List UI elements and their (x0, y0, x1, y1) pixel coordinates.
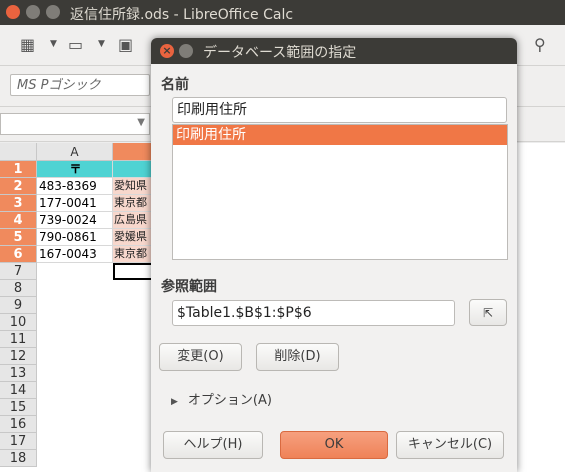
close-icon[interactable]: × (160, 44, 174, 58)
cell-b3[interactable]: 東京都 (113, 195, 153, 212)
table-icon[interactable]: ▦ (20, 35, 35, 54)
row-header[interactable]: 5 (0, 229, 37, 246)
range-name-list[interactable]: 印刷用住所 (172, 124, 508, 260)
modify-button[interactable]: 変更(O) (159, 343, 242, 371)
cell-a3[interactable]: 177-0041 (37, 195, 113, 212)
cell-cursor (113, 263, 153, 280)
row-header[interactable]: 7 (0, 263, 37, 280)
row-header[interactable]: 12 (0, 348, 37, 365)
cell-b4[interactable]: 広島県 (113, 212, 153, 229)
column-header-b[interactable] (113, 143, 153, 161)
minimize-window-icon[interactable] (26, 5, 40, 19)
cancel-button[interactable]: キャンセル(C) (396, 431, 504, 459)
row-header[interactable]: 3 (0, 195, 37, 212)
maximize-window-icon[interactable] (46, 5, 60, 19)
define-database-range-dialog: × データベース範囲の指定 名前 印刷用住所 印刷用住所 参照範囲 $Table… (151, 38, 517, 472)
list-item[interactable]: 印刷用住所 (173, 125, 507, 145)
expand-arrow-icon: ▶ (171, 397, 178, 407)
row-header[interactable]: 11 (0, 331, 37, 348)
minimize-icon[interactable] (179, 44, 193, 58)
dialog-title: データベース範囲の指定 (203, 45, 357, 61)
options-expander[interactable]: ▶ オプション(A) (171, 389, 272, 408)
cell-b1[interactable] (113, 161, 153, 178)
shrink-button[interactable]: ⇱ (469, 299, 507, 326)
ok-button[interactable]: OK (280, 431, 388, 459)
row-header[interactable]: 9 (0, 297, 37, 314)
help-button[interactable]: ヘルプ(H) (163, 431, 263, 459)
options-label: オプション(A) (187, 393, 272, 408)
main-title-bar: 返信住所録.ods - LibreOffice Calc (0, 0, 565, 25)
range-label: 参照範囲 (161, 279, 217, 295)
row-header[interactable]: 8 (0, 280, 37, 297)
search-icon[interactable]: ⚲ (534, 35, 546, 54)
window-title: 返信住所録.ods - LibreOffice Calc (70, 7, 294, 23)
row-header[interactable]: 16 (0, 416, 37, 433)
cell-a2[interactable]: 483-8369 (37, 178, 113, 195)
row-header[interactable]: 1 (0, 161, 37, 178)
font-name-field[interactable]: MS Pゴシック (10, 74, 150, 96)
row-header[interactable]: 13 (0, 365, 37, 382)
row-header[interactable]: 14 (0, 382, 37, 399)
cell-b6[interactable]: 東京都 (113, 246, 153, 263)
column-header-a[interactable]: A (37, 143, 113, 161)
open-folder-icon[interactable]: ▭ (68, 35, 83, 54)
delete-button[interactable]: 削除(D) (256, 343, 339, 371)
cell-b2[interactable]: 愛知県 (113, 178, 153, 195)
dropdown-arrow-icon[interactable]: ▼ (50, 39, 57, 49)
cell-a6[interactable]: 167-0043 (37, 246, 113, 263)
save-icon[interactable]: ▣ (118, 35, 133, 54)
cell-a4[interactable]: 739-0024 (37, 212, 113, 229)
chevron-down-icon[interactable]: ▼ (137, 117, 145, 128)
cell-b5[interactable]: 愛媛県 (113, 229, 153, 246)
row-header[interactable]: 10 (0, 314, 37, 331)
row-header[interactable]: 18 (0, 450, 37, 467)
name-box[interactable]: ▼ (0, 113, 150, 135)
shrink-icon: ⇱ (482, 306, 494, 320)
cell-a1[interactable]: 〒 (37, 161, 113, 178)
corner-header[interactable] (0, 143, 37, 161)
row-header[interactable]: 17 (0, 433, 37, 450)
row-header[interactable]: 4 (0, 212, 37, 229)
dialog-title-bar: × データベース範囲の指定 (151, 38, 517, 64)
name-label: 名前 (161, 77, 189, 93)
dropdown-arrow-icon[interactable]: ▼ (98, 39, 105, 49)
row-header[interactable]: 6 (0, 246, 37, 263)
range-input[interactable]: $Table1.$B$1:$P$6 (172, 300, 455, 326)
row-header[interactable]: 15 (0, 399, 37, 416)
close-window-icon[interactable] (6, 5, 20, 19)
cell-a5[interactable]: 790-0861 (37, 229, 113, 246)
row-header[interactable]: 2 (0, 178, 37, 195)
name-input[interactable]: 印刷用住所 (172, 97, 507, 123)
